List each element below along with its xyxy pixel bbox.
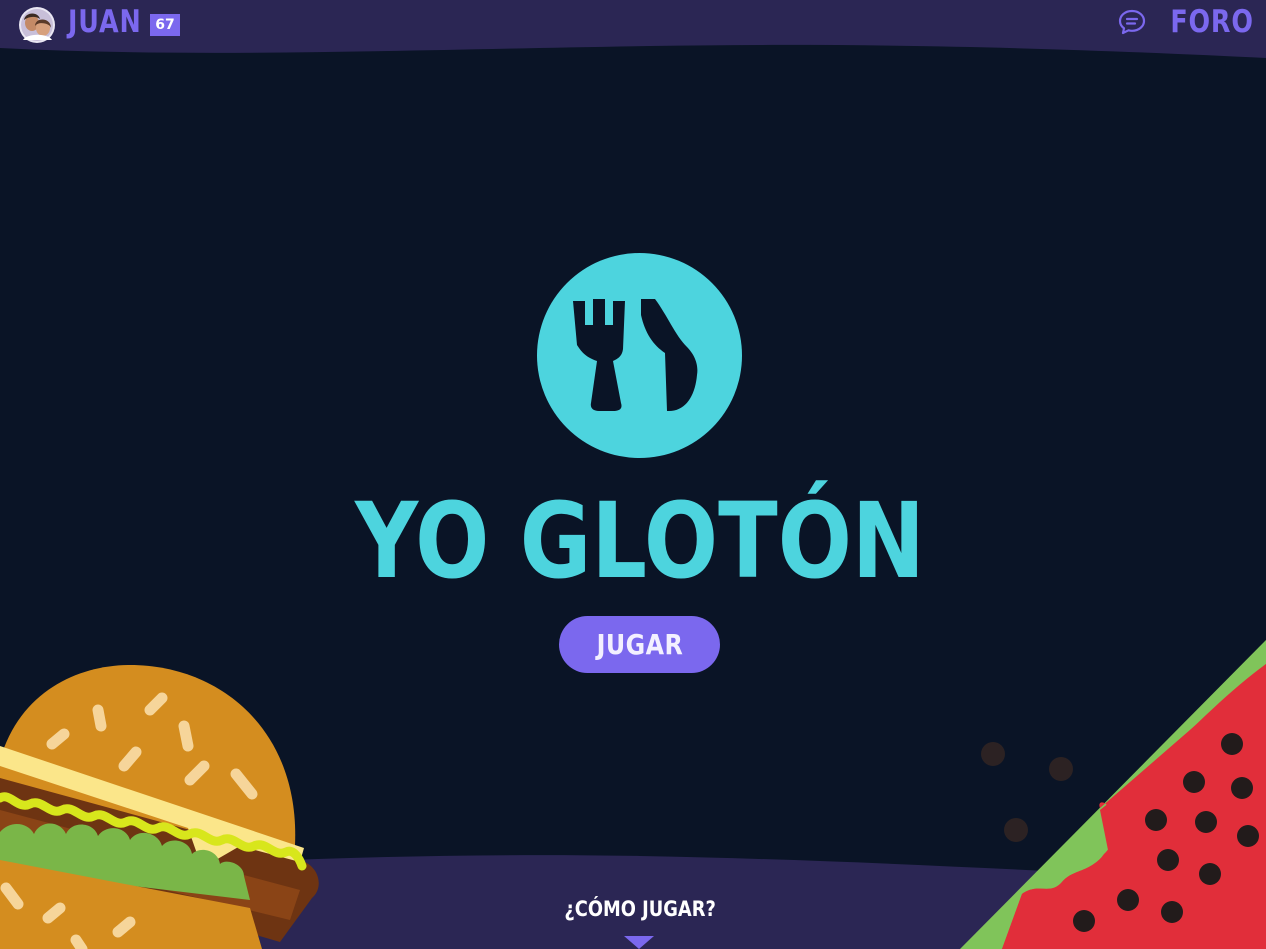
watermelon-decoration — [960, 640, 1266, 949]
triangle-down-icon[interactable] — [624, 936, 654, 949]
burger-decoration — [0, 665, 319, 949]
how-to-play-link[interactable]: ¿CÓMO JUGAR? — [540, 897, 740, 921]
game-stage: JUAN 67 FORO YO GLOTÓN JUGAR ¿CÓMO JUGAR… — [0, 0, 1266, 949]
